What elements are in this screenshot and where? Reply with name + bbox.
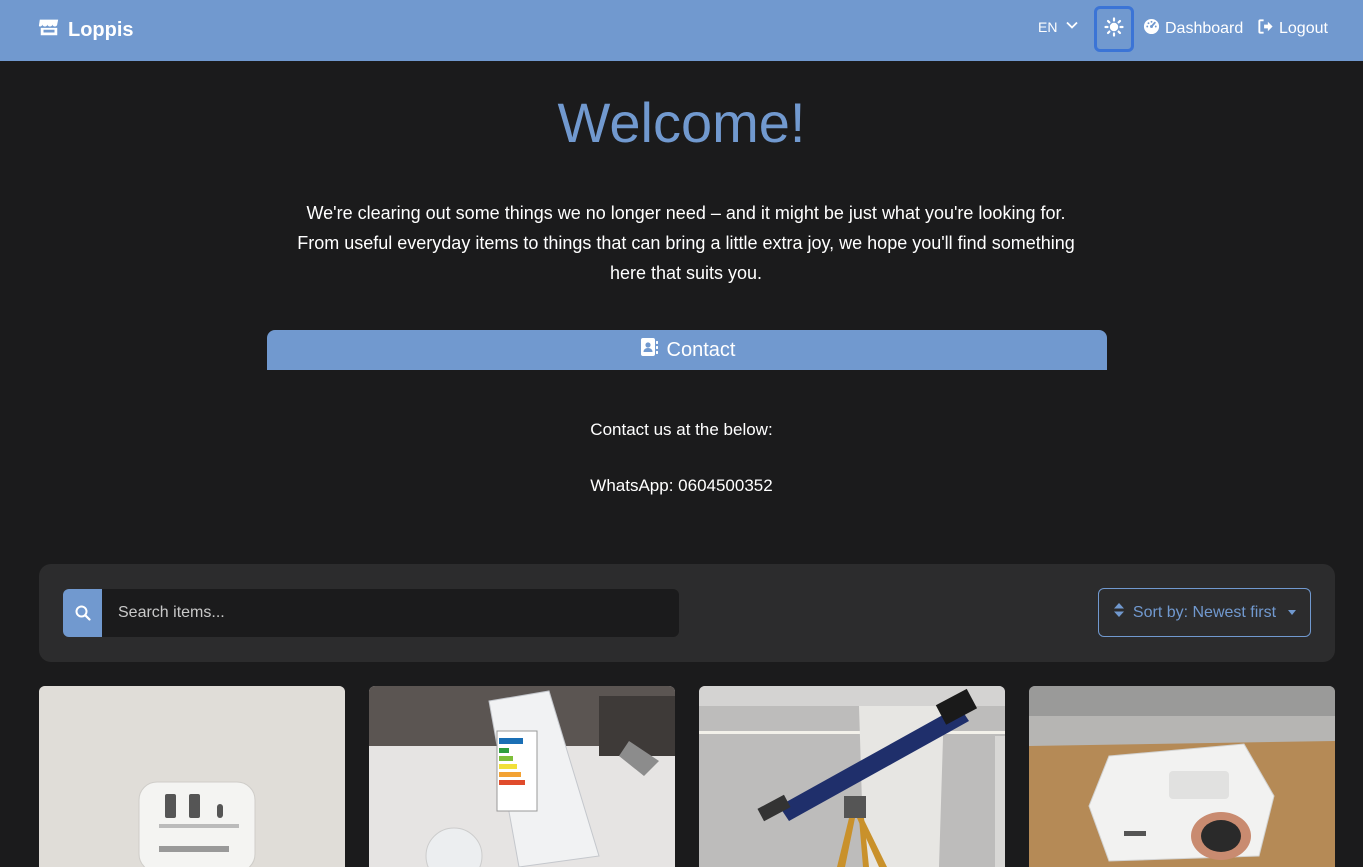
sun-icon (1104, 16, 1124, 42)
store-icon (38, 16, 60, 44)
sign-out-icon (1257, 18, 1274, 40)
caret-down-icon (1288, 610, 1297, 615)
item-card[interactable] (369, 686, 675, 867)
contact-header: Contact (267, 330, 1107, 370)
filter-bar: Sort by: Newest first (39, 564, 1335, 662)
gauge-icon (1143, 18, 1160, 40)
sort-icon (1113, 603, 1125, 622)
dashboard-link[interactable]: Dashboard (1143, 18, 1243, 40)
theme-toggle-button[interactable] (1094, 6, 1134, 52)
chevron-down-icon (1065, 18, 1079, 35)
language-value: EN (1038, 18, 1058, 35)
brand-link[interactable]: Loppis (38, 16, 134, 44)
search-group (63, 589, 679, 637)
telescope-photo-icon (699, 686, 1005, 867)
item-card[interactable] (699, 686, 1005, 867)
dashboard-label: Dashboard (1165, 20, 1244, 37)
page-title: Welcome! (557, 91, 806, 154)
contact-heading: Contact (666, 338, 736, 361)
address-book-icon (639, 337, 659, 363)
search-input[interactable] (102, 589, 679, 637)
light-bulb-photo-icon (369, 686, 675, 867)
usb-charger-photo-icon (39, 686, 345, 867)
logout-link[interactable]: Logout (1257, 18, 1328, 40)
contact-intro: Contact us at the below: (590, 420, 773, 439)
navbar: Loppis EN Dashboard Logout (0, 0, 1363, 61)
sort-dropdown-button[interactable]: Sort by: Newest first (1098, 588, 1311, 637)
language-selector[interactable]: EN (1038, 18, 1079, 35)
brand-name: Loppis (68, 18, 134, 41)
search-icon (63, 589, 102, 637)
intro-text: We're clearing out some things we no lon… (297, 203, 1075, 283)
contact-whatsapp: WhatsApp: 0604500352 (590, 476, 773, 495)
item-card[interactable] (1029, 686, 1335, 867)
item-card[interactable] (39, 686, 345, 867)
logout-label: Logout (1279, 20, 1328, 37)
projector-photo-icon (1029, 686, 1335, 867)
sort-label: Sort by: Newest first (1132, 603, 1277, 621)
